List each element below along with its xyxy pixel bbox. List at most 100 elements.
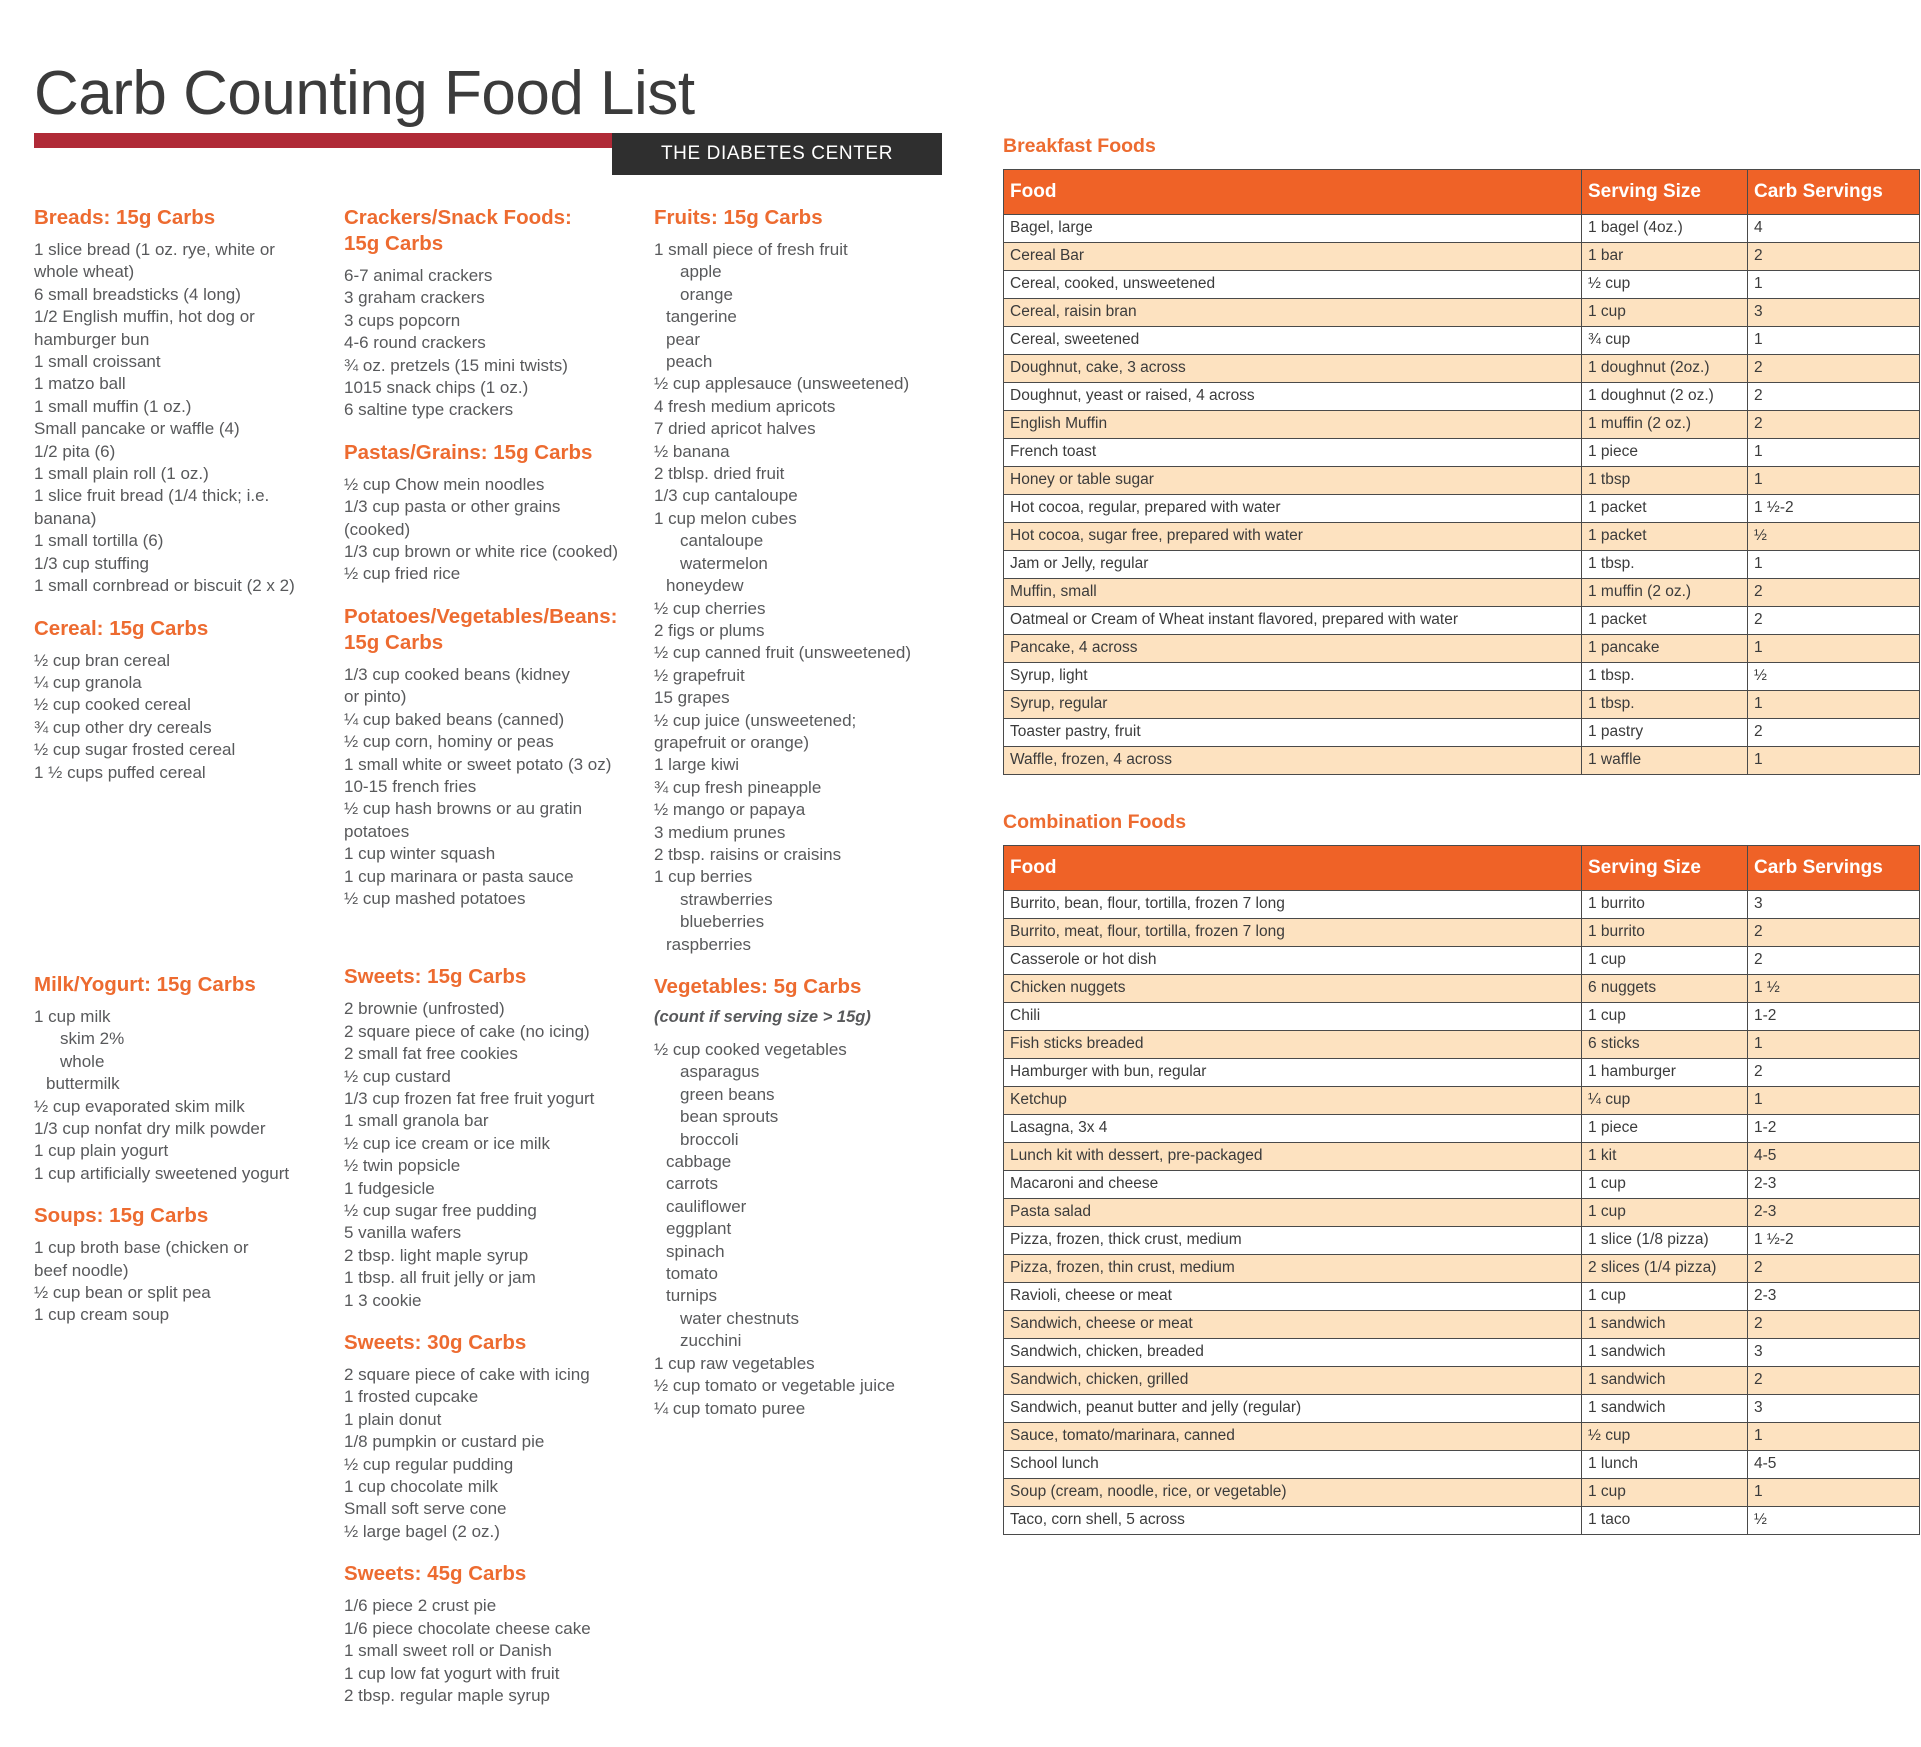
- food-name-cell: Doughnut, yeast or raised, 4 across: [1003, 382, 1582, 411]
- food-item-list: 2 brownie (unfrosted) 2 square piece of c…: [344, 998, 644, 1312]
- food-item: banana): [34, 508, 97, 528]
- carb-servings-cell: 1: [1747, 1086, 1920, 1115]
- food-item-list: ½ cup bran cereal ¼ cup granola ½ cup cook…: [34, 650, 334, 784]
- table-row: Pizza, frozen, thick crust, medium 1 slic…: [1003, 1226, 1920, 1255]
- table-row: English Muffin 1 muffin (2 oz.) 2: [1003, 410, 1920, 439]
- food-section-title: Crackers/Snack Foods: 15g Carbs: [344, 206, 572, 255]
- table-column-header: Serving Size: [1581, 845, 1748, 891]
- food-name-cell: Pasta salad: [1003, 1198, 1582, 1227]
- carb-servings-cell: 2-3: [1747, 1282, 1920, 1311]
- food-item: 1/3 cup frozen fat free fruit yogurt: [344, 1088, 595, 1108]
- carb-servings-cell: 2: [1747, 918, 1920, 947]
- food-item: 1 large kiwi: [654, 755, 740, 775]
- serving-size-cell: 1 tbsp.: [1581, 690, 1748, 719]
- food-item: 3 cups popcorn: [344, 310, 461, 330]
- carb-servings-cell: 1-2: [1747, 1002, 1920, 1031]
- serving-size-cell: 1 cup: [1581, 946, 1748, 975]
- serving-size-cell: 1 pancake: [1581, 634, 1748, 663]
- food-item: spinach: [666, 1241, 725, 1261]
- serving-size-cell: 1 piece: [1581, 1114, 1748, 1143]
- carb-servings-cell: 2: [1747, 718, 1920, 747]
- serving-size-cell: 1 sandwich: [1581, 1310, 1748, 1339]
- food-name-cell: Casserole or hot dish: [1003, 946, 1582, 975]
- food-item: 1/6 piece chocolate cheese cake: [344, 1618, 591, 1638]
- carb-servings-cell: 2: [1747, 578, 1920, 607]
- food-list-column-2: Crackers/Snack Foods: 15g Carbs 6-7 anima…: [344, 205, 644, 1725]
- serving-size-cell: 1 burrito: [1581, 890, 1748, 919]
- food-name-cell: Macaroni and cheese: [1003, 1170, 1582, 1199]
- food-section: Breads: 15g Carbs 1 slice bread (1 oz. ry…: [34, 205, 334, 598]
- serving-size-cell: 1 piece: [1581, 438, 1748, 467]
- table-row: Syrup, light 1 tbsp. ½: [1003, 662, 1920, 691]
- serving-size-cell: ¾ cup: [1581, 326, 1748, 355]
- food-item: 2 square piece of cake with icing: [344, 1365, 590, 1385]
- table-title: Combination Foods: [1003, 811, 1187, 833]
- table-row: Soup (cream, noodle, rice, or vegetable)…: [1003, 1478, 1920, 1507]
- food-name-cell: Toaster pastry, fruit: [1003, 718, 1582, 747]
- carb-servings-cell: 2-3: [1747, 1170, 1920, 1199]
- serving-size-cell: 1 tbsp: [1581, 466, 1748, 495]
- food-name-cell: Doughnut, cake, 3 across: [1003, 354, 1582, 383]
- food-name-cell: Ketchup: [1003, 1086, 1582, 1115]
- serving-size-cell: 1 sandwich: [1581, 1394, 1748, 1423]
- food-name-cell: Muffin, small: [1003, 578, 1582, 607]
- carb-servings-cell: 4-5: [1747, 1450, 1920, 1479]
- food-item: 1/3 cup brown or white rice (cooked): [344, 542, 619, 562]
- carb-servings-cell: 1: [1747, 466, 1920, 495]
- food-section: Vegetables: 5g Carbs (count if serving si…: [654, 974, 954, 1420]
- food-item: 1/2 English muffin, hot dog or: [34, 307, 255, 327]
- table-row: Burrito, meat, flour, tortilla, frozen 7…: [1003, 918, 1920, 947]
- food-name-cell: Pizza, frozen, thick crust, medium: [1003, 1226, 1582, 1255]
- food-item: potatoes: [344, 821, 410, 841]
- food-item: 1 cup raw vegetables: [654, 1353, 815, 1373]
- food-item: grapefruit or orange): [654, 732, 809, 752]
- serving-size-cell: 1 slice (1/8 pizza): [1581, 1226, 1748, 1255]
- food-name-cell: Bagel, large: [1003, 214, 1582, 243]
- food-list-column-3: Fruits: 15g Carbs 1 small piece of fresh …: [654, 205, 954, 1438]
- carb-servings-cell: 1: [1747, 550, 1920, 579]
- table-spacer: [1003, 775, 1891, 811]
- serving-size-cell: 1 lunch: [1581, 1450, 1748, 1479]
- table-row: Burrito, bean, flour, tortilla, frozen 7…: [1003, 890, 1920, 919]
- table-row: Lasagna, 3x 41 piece 1-2: [1003, 1114, 1920, 1143]
- serving-size-cell: 1 muffin (2 oz.): [1581, 578, 1748, 607]
- carb-servings-cell: 2: [1747, 382, 1920, 411]
- food-item: strawberries: [680, 889, 773, 909]
- carb-servings-cell: 3: [1747, 890, 1920, 919]
- carb-servings-cell: 1 ½-2: [1747, 1226, 1920, 1255]
- food-item: asparagus: [680, 1062, 760, 1082]
- food-item: 2 small fat free cookies: [344, 1044, 518, 1064]
- table-row: Toaster pastry, fruit 1 pastry 2: [1003, 718, 1920, 747]
- food-section: Pastas/Grains: 15g Carbs ½ cup Chow mein …: [344, 440, 644, 586]
- food-name-cell: Fish sticks breaded: [1003, 1030, 1582, 1059]
- carb-servings-cell: ½: [1747, 662, 1920, 691]
- food-item: 6 saltine type crackers: [344, 400, 514, 420]
- food-section-title: Pastas/Grains: 15g Carbs: [344, 440, 593, 464]
- serving-size-cell: ½ cup: [1581, 270, 1748, 299]
- table-row: Lunch kit with dessert, pre-packaged 1 ki…: [1003, 1142, 1920, 1171]
- carb-servings-cell: 2-3: [1747, 1198, 1920, 1227]
- carb-servings-cell: 1-2: [1747, 1114, 1920, 1143]
- food-item: 3 graham crackers: [344, 288, 485, 308]
- food-name-cell: Pancake, 4 across: [1003, 634, 1582, 663]
- food-section: Sweets: 45g Carbs 1/6 piece 2 crust pie 1/…: [344, 1561, 644, 1707]
- food-name-cell: Burrito, meat, flour, tortilla, frozen 7…: [1003, 918, 1582, 947]
- table-row: Cereal, sweetened ¾ cup 1: [1003, 326, 1920, 355]
- carb-servings-cell: 2: [1747, 1058, 1920, 1087]
- red-rule: [34, 133, 612, 148]
- table-row: Pizza, frozen, thin crust, medium 2 slice…: [1003, 1254, 1920, 1283]
- food-item: 1 small tortilla (6): [34, 531, 164, 551]
- carb-servings-cell: 1: [1747, 438, 1920, 467]
- carb-servings-cell: 1: [1747, 270, 1920, 299]
- food-item: 1 frosted cupcake: [344, 1387, 479, 1407]
- food-name-cell: Sandwich, chicken, breaded: [1003, 1338, 1582, 1367]
- food-item: ½ cup fried rice: [344, 564, 461, 584]
- table-row: Pasta salad 1 cup 2-3: [1003, 1198, 1920, 1227]
- food-item: cabbage: [666, 1152, 732, 1172]
- food-name-cell: Sandwich, chicken, grilled: [1003, 1366, 1582, 1395]
- carb-servings-cell: 2: [1747, 606, 1920, 635]
- food-item: ¼ cup granola: [34, 672, 142, 692]
- food-name-cell: English Muffin: [1003, 410, 1582, 439]
- food-table: Food Serving Size Carb Servings Bagel, larg…: [1003, 169, 1920, 775]
